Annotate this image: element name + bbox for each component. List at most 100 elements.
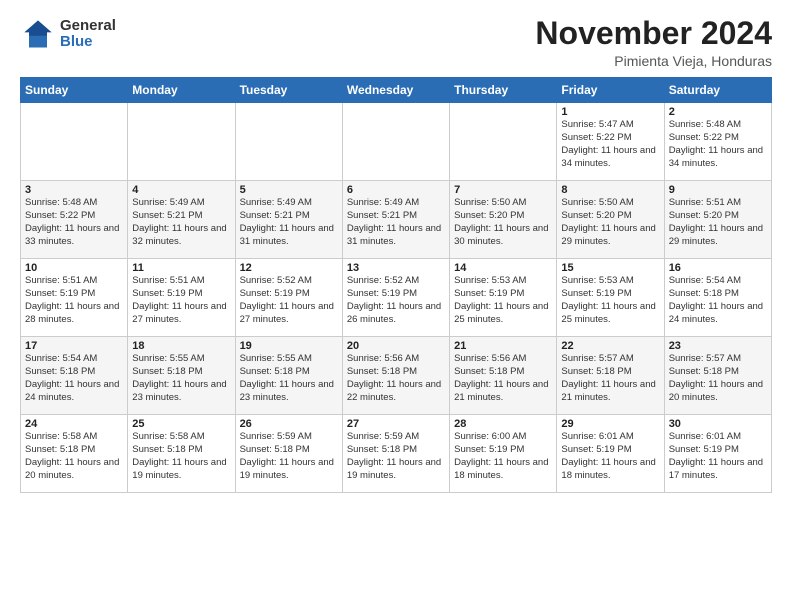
day-info: Sunrise: 6:01 AM Sunset: 5:19 PM Dayligh… bbox=[561, 431, 659, 482]
calendar-week-row: 1Sunrise: 5:47 AM Sunset: 5:22 PM Daylig… bbox=[21, 103, 772, 181]
day-info: Sunrise: 5:50 AM Sunset: 5:20 PM Dayligh… bbox=[454, 197, 552, 248]
day-info: Sunrise: 5:53 AM Sunset: 5:19 PM Dayligh… bbox=[454, 275, 552, 326]
day-number: 15 bbox=[561, 262, 659, 274]
calendar-cell: 16Sunrise: 5:54 AM Sunset: 5:18 PM Dayli… bbox=[664, 259, 771, 337]
calendar-cell: 18Sunrise: 5:55 AM Sunset: 5:18 PM Dayli… bbox=[128, 337, 235, 415]
calendar-cell: 20Sunrise: 5:56 AM Sunset: 5:18 PM Dayli… bbox=[342, 337, 449, 415]
title-block: November 2024 Pimienta Vieja, Honduras bbox=[535, 16, 772, 69]
day-number: 10 bbox=[25, 262, 123, 274]
page: General Blue November 2024 Pimienta Viej… bbox=[0, 0, 792, 612]
day-header-sunday: Sunday bbox=[21, 78, 128, 103]
calendar-cell: 5Sunrise: 5:49 AM Sunset: 5:21 PM Daylig… bbox=[235, 181, 342, 259]
day-number: 9 bbox=[669, 184, 767, 196]
day-info: Sunrise: 5:58 AM Sunset: 5:18 PM Dayligh… bbox=[25, 431, 123, 482]
day-number: 18 bbox=[132, 340, 230, 352]
day-number: 4 bbox=[132, 184, 230, 196]
calendar-cell: 30Sunrise: 6:01 AM Sunset: 5:19 PM Dayli… bbox=[664, 415, 771, 493]
calendar-cell: 12Sunrise: 5:52 AM Sunset: 5:19 PM Dayli… bbox=[235, 259, 342, 337]
day-number: 21 bbox=[454, 340, 552, 352]
day-info: Sunrise: 5:52 AM Sunset: 5:19 PM Dayligh… bbox=[347, 275, 445, 326]
day-info: Sunrise: 6:01 AM Sunset: 5:19 PM Dayligh… bbox=[669, 431, 767, 482]
calendar-cell: 15Sunrise: 5:53 AM Sunset: 5:19 PM Dayli… bbox=[557, 259, 664, 337]
calendar-cell: 2Sunrise: 5:48 AM Sunset: 5:22 PM Daylig… bbox=[664, 103, 771, 181]
day-header-wednesday: Wednesday bbox=[342, 78, 449, 103]
day-number: 13 bbox=[347, 262, 445, 274]
calendar-cell: 10Sunrise: 5:51 AM Sunset: 5:19 PM Dayli… bbox=[21, 259, 128, 337]
logo-icon bbox=[20, 16, 56, 52]
calendar-cell: 4Sunrise: 5:49 AM Sunset: 5:21 PM Daylig… bbox=[128, 181, 235, 259]
day-number: 3 bbox=[25, 184, 123, 196]
day-info: Sunrise: 5:49 AM Sunset: 5:21 PM Dayligh… bbox=[240, 197, 338, 248]
calendar-header-row: SundayMondayTuesdayWednesdayThursdayFrid… bbox=[21, 78, 772, 103]
day-info: Sunrise: 5:53 AM Sunset: 5:19 PM Dayligh… bbox=[561, 275, 659, 326]
calendar-cell: 29Sunrise: 6:01 AM Sunset: 5:19 PM Dayli… bbox=[557, 415, 664, 493]
calendar-cell: 11Sunrise: 5:51 AM Sunset: 5:19 PM Dayli… bbox=[128, 259, 235, 337]
day-info: Sunrise: 5:47 AM Sunset: 5:22 PM Dayligh… bbox=[561, 119, 659, 170]
day-number: 12 bbox=[240, 262, 338, 274]
calendar-cell: 1Sunrise: 5:47 AM Sunset: 5:22 PM Daylig… bbox=[557, 103, 664, 181]
calendar-cell: 17Sunrise: 5:54 AM Sunset: 5:18 PM Dayli… bbox=[21, 337, 128, 415]
day-number: 22 bbox=[561, 340, 659, 352]
logo: General Blue bbox=[20, 16, 116, 52]
calendar-cell: 27Sunrise: 5:59 AM Sunset: 5:18 PM Dayli… bbox=[342, 415, 449, 493]
day-info: Sunrise: 5:49 AM Sunset: 5:21 PM Dayligh… bbox=[132, 197, 230, 248]
day-number: 28 bbox=[454, 418, 552, 430]
calendar-cell bbox=[235, 103, 342, 181]
calendar-cell bbox=[128, 103, 235, 181]
day-info: Sunrise: 5:48 AM Sunset: 5:22 PM Dayligh… bbox=[669, 119, 767, 170]
day-number: 2 bbox=[669, 106, 767, 118]
calendar-cell bbox=[450, 103, 557, 181]
day-number: 30 bbox=[669, 418, 767, 430]
day-number: 25 bbox=[132, 418, 230, 430]
calendar-cell: 26Sunrise: 5:59 AM Sunset: 5:18 PM Dayli… bbox=[235, 415, 342, 493]
day-number: 24 bbox=[25, 418, 123, 430]
day-number: 20 bbox=[347, 340, 445, 352]
day-info: Sunrise: 5:59 AM Sunset: 5:18 PM Dayligh… bbox=[347, 431, 445, 482]
day-number: 16 bbox=[669, 262, 767, 274]
day-info: Sunrise: 5:57 AM Sunset: 5:18 PM Dayligh… bbox=[561, 353, 659, 404]
day-header-monday: Monday bbox=[128, 78, 235, 103]
day-info: Sunrise: 5:59 AM Sunset: 5:18 PM Dayligh… bbox=[240, 431, 338, 482]
calendar-week-row: 3Sunrise: 5:48 AM Sunset: 5:22 PM Daylig… bbox=[21, 181, 772, 259]
day-header-friday: Friday bbox=[557, 78, 664, 103]
day-number: 27 bbox=[347, 418, 445, 430]
calendar-cell: 6Sunrise: 5:49 AM Sunset: 5:21 PM Daylig… bbox=[342, 181, 449, 259]
day-header-thursday: Thursday bbox=[450, 78, 557, 103]
day-number: 8 bbox=[561, 184, 659, 196]
day-number: 17 bbox=[25, 340, 123, 352]
calendar-cell: 24Sunrise: 5:58 AM Sunset: 5:18 PM Dayli… bbox=[21, 415, 128, 493]
day-number: 23 bbox=[669, 340, 767, 352]
day-number: 26 bbox=[240, 418, 338, 430]
day-info: Sunrise: 5:51 AM Sunset: 5:19 PM Dayligh… bbox=[25, 275, 123, 326]
day-info: Sunrise: 5:51 AM Sunset: 5:20 PM Dayligh… bbox=[669, 197, 767, 248]
day-number: 14 bbox=[454, 262, 552, 274]
calendar-cell bbox=[342, 103, 449, 181]
calendar-cell: 22Sunrise: 5:57 AM Sunset: 5:18 PM Dayli… bbox=[557, 337, 664, 415]
calendar-cell bbox=[21, 103, 128, 181]
calendar-week-row: 17Sunrise: 5:54 AM Sunset: 5:18 PM Dayli… bbox=[21, 337, 772, 415]
day-number: 29 bbox=[561, 418, 659, 430]
day-info: Sunrise: 5:57 AM Sunset: 5:18 PM Dayligh… bbox=[669, 353, 767, 404]
calendar-cell: 3Sunrise: 5:48 AM Sunset: 5:22 PM Daylig… bbox=[21, 181, 128, 259]
day-number: 5 bbox=[240, 184, 338, 196]
calendar-cell: 7Sunrise: 5:50 AM Sunset: 5:20 PM Daylig… bbox=[450, 181, 557, 259]
day-info: Sunrise: 5:50 AM Sunset: 5:20 PM Dayligh… bbox=[561, 197, 659, 248]
day-number: 7 bbox=[454, 184, 552, 196]
day-info: Sunrise: 5:52 AM Sunset: 5:19 PM Dayligh… bbox=[240, 275, 338, 326]
day-number: 6 bbox=[347, 184, 445, 196]
day-info: Sunrise: 5:49 AM Sunset: 5:21 PM Dayligh… bbox=[347, 197, 445, 248]
calendar-cell: 21Sunrise: 5:56 AM Sunset: 5:18 PM Dayli… bbox=[450, 337, 557, 415]
day-info: Sunrise: 5:58 AM Sunset: 5:18 PM Dayligh… bbox=[132, 431, 230, 482]
day-info: Sunrise: 5:55 AM Sunset: 5:18 PM Dayligh… bbox=[132, 353, 230, 404]
day-header-saturday: Saturday bbox=[664, 78, 771, 103]
day-info: Sunrise: 5:54 AM Sunset: 5:18 PM Dayligh… bbox=[669, 275, 767, 326]
calendar-cell: 19Sunrise: 5:55 AM Sunset: 5:18 PM Dayli… bbox=[235, 337, 342, 415]
calendar: SundayMondayTuesdayWednesdayThursdayFrid… bbox=[20, 77, 772, 493]
calendar-cell: 8Sunrise: 5:50 AM Sunset: 5:20 PM Daylig… bbox=[557, 181, 664, 259]
day-info: Sunrise: 5:54 AM Sunset: 5:18 PM Dayligh… bbox=[25, 353, 123, 404]
calendar-week-row: 24Sunrise: 5:58 AM Sunset: 5:18 PM Dayli… bbox=[21, 415, 772, 493]
day-info: Sunrise: 6:00 AM Sunset: 5:19 PM Dayligh… bbox=[454, 431, 552, 482]
logo-blue-text: Blue bbox=[60, 34, 116, 51]
day-info: Sunrise: 5:48 AM Sunset: 5:22 PM Dayligh… bbox=[25, 197, 123, 248]
location-title: Pimienta Vieja, Honduras bbox=[535, 53, 772, 69]
